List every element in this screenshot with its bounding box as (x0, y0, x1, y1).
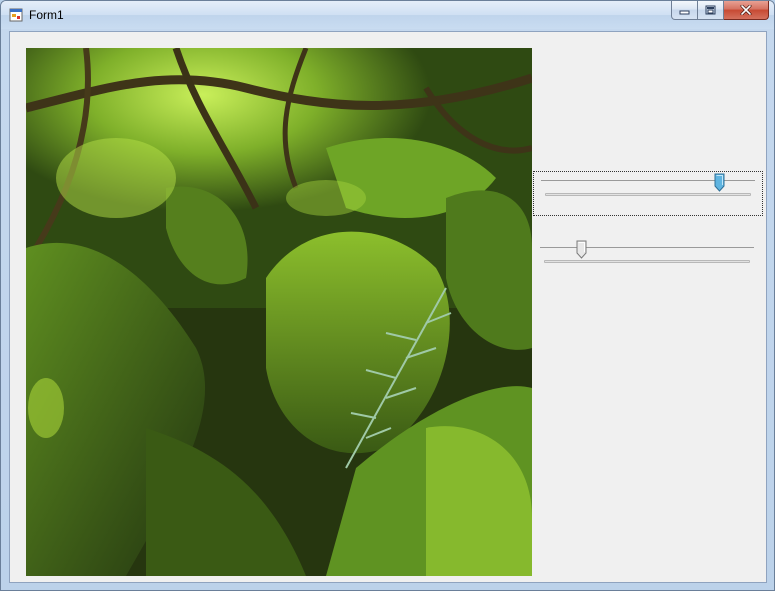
window-title: Form1 (29, 8, 64, 22)
photo-mossy-forest (26, 48, 532, 576)
close-button[interactable] (724, 1, 769, 20)
app-form-icon (9, 8, 23, 22)
top-trackbar-thumb[interactable] (714, 173, 725, 192)
bottom-trackbar-thumb[interactable] (576, 240, 587, 259)
maximize-button[interactable] (698, 1, 724, 20)
caption-buttons (671, 1, 769, 21)
top-trackbar[interactable] (533, 171, 763, 216)
bottom-trackbar-track (544, 260, 750, 263)
form-client-area (9, 31, 767, 583)
picture-box (26, 48, 532, 576)
top-trackbar-track (545, 193, 751, 196)
minimize-icon (679, 10, 690, 14)
bottom-trackbar-tick-line (540, 247, 754, 248)
title-bar[interactable]: Form1 (1, 1, 774, 29)
form1-window: Form1 (0, 0, 775, 591)
minimize-button[interactable] (671, 1, 698, 20)
close-icon (740, 5, 752, 15)
bottom-trackbar[interactable] (533, 239, 763, 284)
maximize-icon (705, 5, 716, 15)
